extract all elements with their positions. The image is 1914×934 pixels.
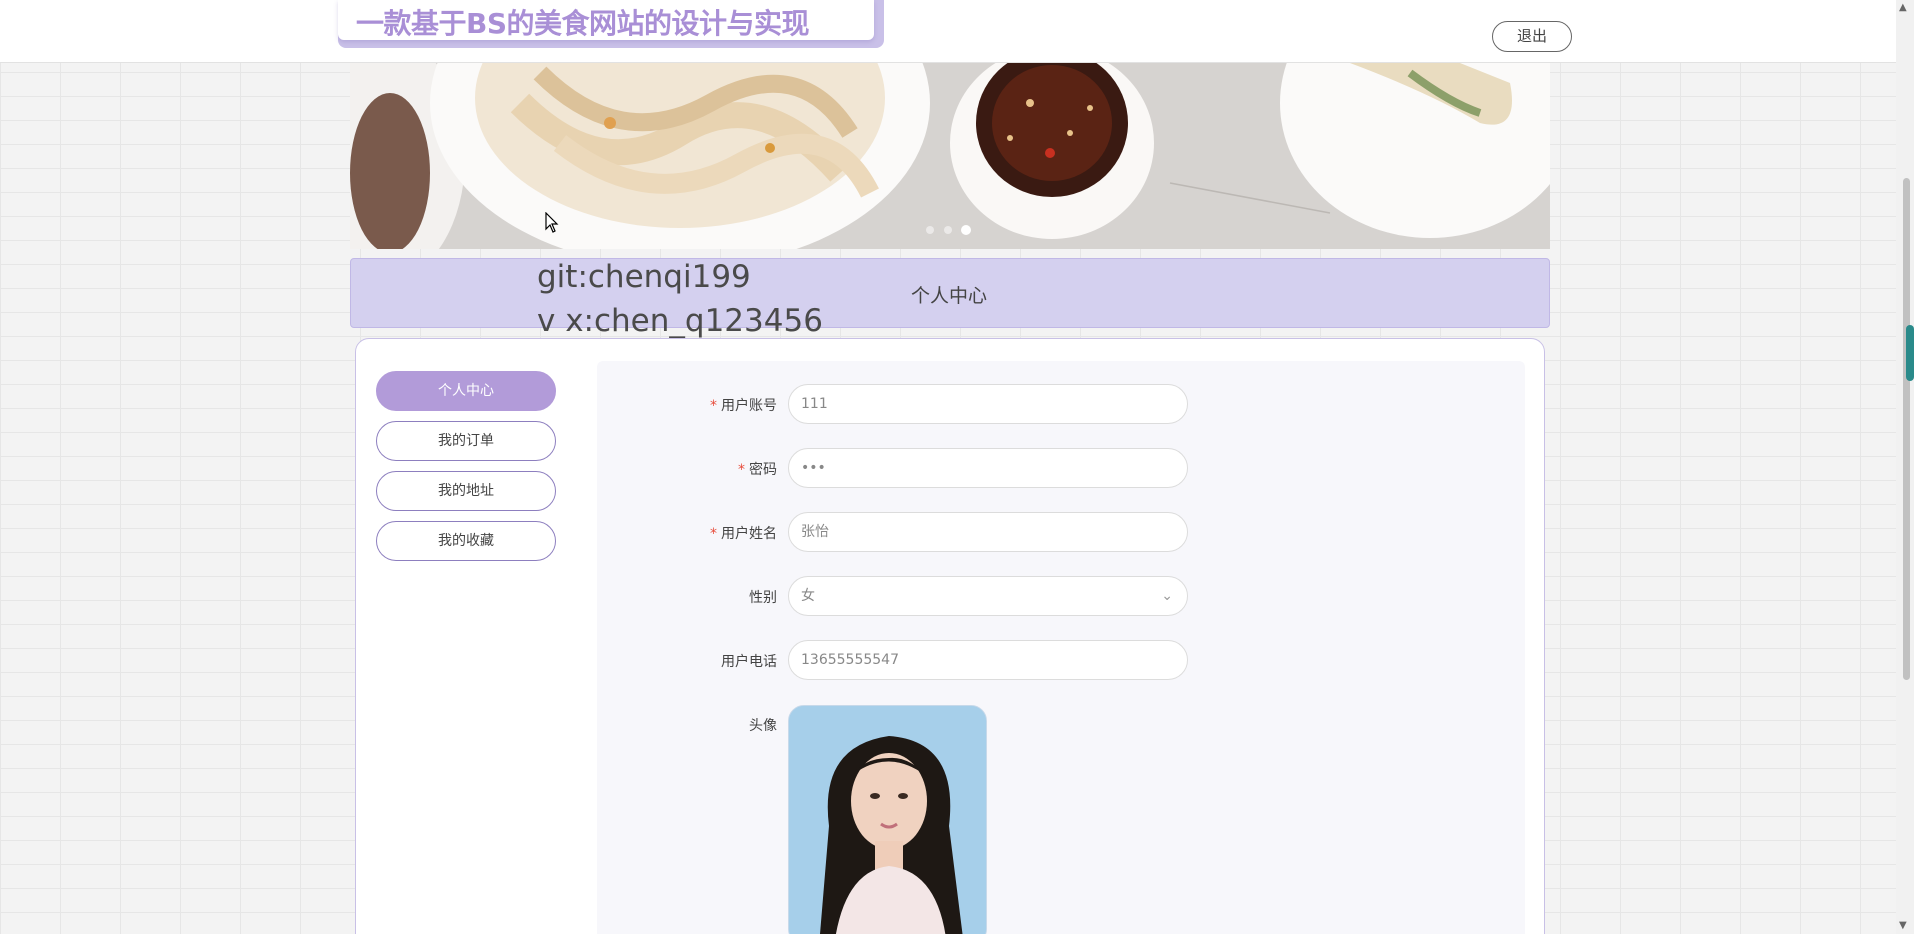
gender-value: 女 — [801, 588, 815, 604]
account-label: * 用户账号 — [710, 398, 777, 414]
chevron-down-icon: ⌄ — [1161, 588, 1173, 604]
cursor-icon — [545, 212, 559, 233]
sidebar-item-favorites[interactable]: 我的收藏 — [376, 521, 556, 561]
site-title-panel: 一款基于BS的美食网站的设计与实现 — [338, 0, 874, 40]
git-overlay-text: git:chenqi199 — [537, 259, 751, 295]
page-header-strip: git:chenqi199 v x:chen_q123456 个人中心 — [350, 258, 1550, 339]
scrollbar-thumb[interactable] — [1903, 178, 1910, 680]
scrollbar-marker — [1906, 325, 1914, 381]
banner-food-image — [350, 63, 1550, 249]
wechat-overlay-text: v x:chen_q123456 — [537, 303, 823, 339]
account-field[interactable]: 111 — [788, 384, 1188, 424]
name-field[interactable]: 张怡 — [788, 512, 1188, 552]
avatar-label: 头像 — [749, 718, 777, 734]
phone-label: 用户电话 — [721, 654, 777, 670]
sidebar-item-addresses[interactable]: 我的地址 — [376, 471, 556, 511]
page-title: 个人中心 — [911, 285, 988, 307]
password-field[interactable]: ••• — [788, 448, 1188, 488]
profile-form: * 用户账号 111 * 密码 ••• * 用户姓名 张怡 性别 女 ⌄ 用户电话 1… — [597, 361, 1525, 934]
avatar-image — [789, 706, 986, 934]
profile-card: 个人中心 我的订单 我的地址 我的收藏 * 用户账号 111 * 密码 ••• * 用… — [355, 338, 1545, 934]
carousel-indicators[interactable] — [926, 225, 976, 235]
scroll-down-icon[interactable]: ▼ — [1899, 920, 1907, 931]
password-label: * 密码 — [738, 462, 777, 478]
sidebar-item-profile[interactable]: 个人中心 — [376, 371, 556, 411]
gender-select[interactable]: 女 ⌄ — [788, 576, 1188, 616]
phone-field[interactable]: 13655555547 — [788, 640, 1188, 680]
site-title: 一款基于BS的美食网站的设计与实现 — [356, 7, 810, 40]
scroll-up-icon[interactable]: ▲ — [1899, 2, 1907, 13]
avatar-upload[interactable] — [788, 705, 987, 934]
gender-label: 性别 — [749, 590, 777, 606]
sidebar-item-orders[interactable]: 我的订单 — [376, 421, 556, 461]
name-label: * 用户姓名 — [710, 526, 777, 542]
site-title-frame: 一款基于BS的美食网站的设计与实现 — [338, 0, 884, 48]
logout-button[interactable]: 退出 — [1492, 21, 1572, 52]
banner-carousel[interactable] — [350, 63, 1550, 249]
top-header: 一款基于BS的美食网站的设计与实现 退出 — [0, 0, 1896, 63]
